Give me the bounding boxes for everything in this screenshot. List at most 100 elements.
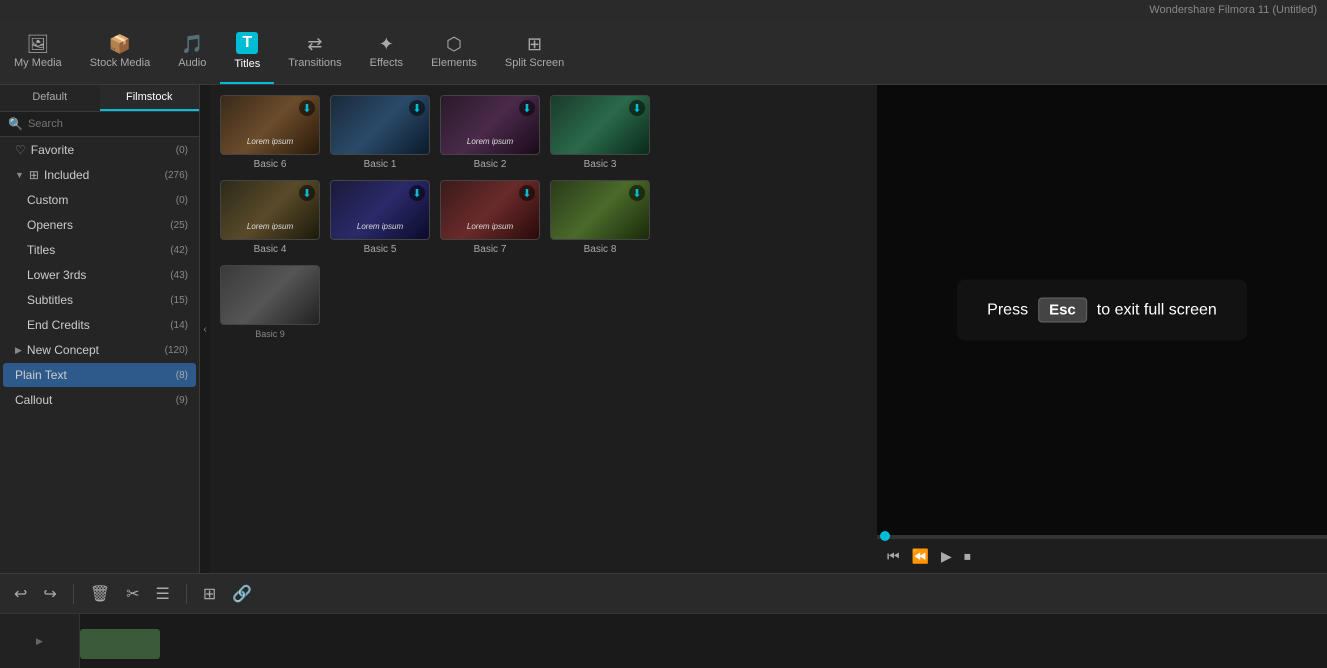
download-icon[interactable]: ⬇ <box>409 100 425 116</box>
sidebar-item-callout-label: Callout <box>15 393 52 407</box>
nav-effects-label: Effects <box>370 57 403 69</box>
sidebar-item-subtitles-label: Subtitles <box>27 293 73 307</box>
sidebar-item-included-label: Included <box>44 168 89 182</box>
redo-button[interactable]: ↪ <box>39 580 60 608</box>
thumb-basic8-label: Basic 8 <box>584 244 617 255</box>
thumb-basic9[interactable]: Basic 9 <box>220 265 320 339</box>
delete-button[interactable]: 🗑 <box>86 580 114 608</box>
nav-elements[interactable]: ⬡ Elements <box>417 20 491 84</box>
sidebar-item-titles[interactable]: Titles (42) <box>3 238 196 262</box>
timeline-clip[interactable] <box>80 629 160 659</box>
nav-elements-label: Elements <box>431 57 477 69</box>
tab-row: Default Filmstock <box>0 85 199 112</box>
thumb-basic5-label: Basic 5 <box>364 244 397 255</box>
thumb-basic7[interactable]: Lorem ipsum ⬇ Basic 7 <box>440 180 540 255</box>
sidebar-item-openers-label: Openers <box>27 218 73 232</box>
sidebar-item-plain-text-label: Plain Text <box>15 368 67 382</box>
nav-audio[interactable]: 🎵 Audio <box>164 20 220 84</box>
openers-count: (25) <box>170 220 188 231</box>
nav-transitions[interactable]: ⇄ Transitions <box>274 20 355 84</box>
sidebar-item-callout[interactable]: Callout (9) <box>3 388 196 412</box>
sidebar-list: ♡ Favorite (0) ▼ ⊞ Included (276) Custom <box>0 137 199 573</box>
playhead-indicator[interactable] <box>880 531 890 541</box>
thumb-basic4-label: Basic 4 <box>254 244 287 255</box>
nav-my-media-label: My Media <box>14 57 62 69</box>
nav-effects[interactable]: ✦ Effects <box>356 20 417 84</box>
download-icon[interactable]: ⬇ <box>409 185 425 201</box>
thumb-basic4-img: Lorem ipsum ⬇ <box>220 180 320 240</box>
sidebar-item-favorite-label: Favorite <box>31 143 74 157</box>
panel-collapse-arrow[interactable]: ‹ <box>200 85 210 573</box>
sidebar-item-end-credits-label: End Credits <box>27 318 90 332</box>
thumb-basic7-img: Lorem ipsum ⬇ <box>440 180 540 240</box>
left-panel: Default Filmstock 🔍 ♡ Favorite (0) <box>0 85 200 573</box>
download-icon[interactable]: ⬇ <box>299 100 315 116</box>
split-screen-icon: ⊞ <box>527 35 542 53</box>
cut-button[interactable]: ✂ <box>122 580 143 608</box>
tab-default[interactable]: Default <box>0 85 100 111</box>
thumb-basic3[interactable]: ⬇ Basic 3 <box>550 95 650 170</box>
sidebar-item-openers[interactable]: Openers (25) <box>3 213 196 237</box>
titles-count: (42) <box>170 245 188 256</box>
undo-button[interactable]: ↩ <box>10 580 31 608</box>
thumb-basic2-img: Lorem ipsum ⬇ <box>440 95 540 155</box>
nav-audio-label: Audio <box>178 57 206 69</box>
nav-split-screen[interactable]: ⊞ Split Screen <box>491 20 578 84</box>
sidebar-item-lower3rds[interactable]: Lower 3rds (43) <box>3 263 196 287</box>
download-icon[interactable]: ⬇ <box>519 100 535 116</box>
timeline-track <box>80 614 1327 668</box>
callout-count: (9) <box>176 395 188 406</box>
preview-area: Press Esc to exit full screen <box>877 85 1327 535</box>
stock-media-icon: 📦 <box>109 35 131 53</box>
prev-frame-button[interactable]: ⏮ <box>887 548 900 565</box>
sidebar-item-included[interactable]: ▼ ⊞ Included (276) <box>3 163 196 187</box>
nav-my-media[interactable]: 🖼 My Media <box>0 20 76 84</box>
thumb-basic1[interactable]: ⬇ Basic 1 <box>330 95 430 170</box>
bottom-toolbar: ↩ ↪ 🗑 ✂ ☰ ⊞ 🔗 <box>0 573 1327 613</box>
nav-stock-media[interactable]: 📦 Stock Media <box>76 20 165 84</box>
playback-bar: ⏮ ⏪ ▶ ⏹ <box>877 538 1327 573</box>
overlay-message: to exit full screen <box>1097 301 1217 319</box>
press-label: Press <box>987 301 1028 319</box>
thumb-basic1-label: Basic 1 <box>364 159 397 170</box>
stop-button[interactable]: ⏹ <box>964 548 971 565</box>
sidebar-item-plain-text[interactable]: Plain Text (8) <box>3 363 196 387</box>
download-icon[interactable]: ⬇ <box>629 100 645 116</box>
nav-stock-media-label: Stock Media <box>90 57 151 69</box>
thumb-basic2[interactable]: Lorem ipsum ⬇ Basic 2 <box>440 95 540 170</box>
playback-controls: ⏮ ⏪ ▶ ⏹ <box>887 548 971 565</box>
sidebar-item-favorite[interactable]: ♡ Favorite (0) <box>3 138 196 162</box>
download-icon[interactable]: ⬇ <box>629 185 645 201</box>
sidebar-item-end-credits[interactable]: End Credits (14) <box>3 313 196 337</box>
search-icon: 🔍 <box>8 117 23 131</box>
add-to-timeline-button[interactable]: ⊞ <box>199 580 220 608</box>
included-count: (276) <box>165 170 188 181</box>
thumb-basic5[interactable]: Lorem ipsum ⬇ Basic 5 <box>330 180 430 255</box>
thumb-basic3-img: ⬇ <box>550 95 650 155</box>
tab-filmstock[interactable]: Filmstock <box>100 85 200 111</box>
audio-icon: 🎵 <box>181 35 203 53</box>
play-button[interactable]: ▶ <box>941 548 952 565</box>
lower3rds-count: (43) <box>170 270 188 281</box>
thumb-basic6[interactable]: Lorem ipsum ⬇ Basic 6 <box>220 95 320 170</box>
link-button[interactable]: 🔗 <box>228 580 256 608</box>
nav-split-screen-label: Split Screen <box>505 57 564 69</box>
search-input[interactable] <box>28 118 191 130</box>
progress-track <box>877 535 1327 538</box>
nav-titles[interactable]: T Titles <box>220 20 274 84</box>
more-button[interactable]: ☰ <box>152 580 174 608</box>
elements-icon: ⬡ <box>446 35 462 53</box>
sidebar-item-subtitles[interactable]: Subtitles (15) <box>3 288 196 312</box>
sidebar-item-custom[interactable]: Custom (0) <box>3 188 196 212</box>
download-icon[interactable]: ⬇ <box>519 185 535 201</box>
nav-titles-label: Titles <box>234 58 260 70</box>
sidebar-item-titles-label: Titles <box>27 243 55 257</box>
sidebar-item-new-concept[interactable]: ▶ New Concept (120) <box>3 338 196 362</box>
titles-icon: T <box>236 32 258 54</box>
download-icon[interactable]: ⬇ <box>299 185 315 201</box>
thumb-basic2-label: Basic 2 <box>474 159 507 170</box>
thumb-basic8[interactable]: ⬇ Basic 8 <box>550 180 650 255</box>
thumb-basic4[interactable]: Lorem ipsum ⬇ Basic 4 <box>220 180 320 255</box>
thumb-basic1-img: ⬇ <box>330 95 430 155</box>
step-back-button[interactable]: ⏪ <box>912 548 929 565</box>
